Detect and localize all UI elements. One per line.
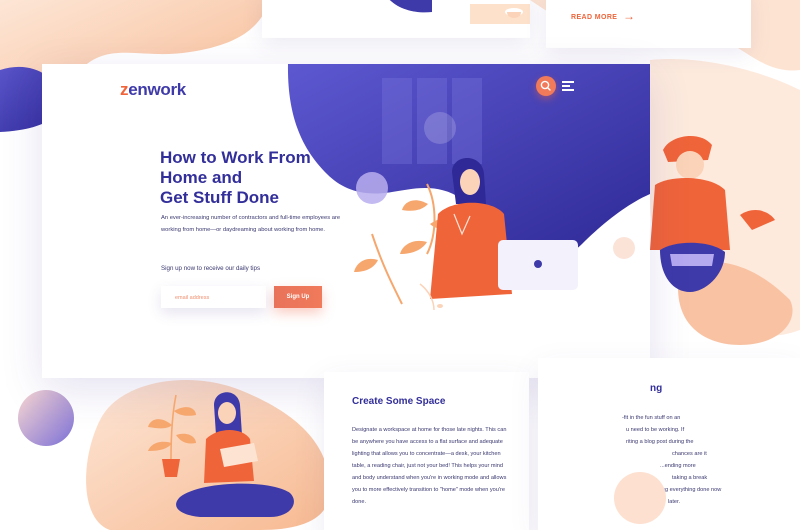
page-title: How to Work From Home and Get Stuff Done	[160, 148, 390, 208]
reading-woman-illustration	[148, 392, 294, 517]
peach-blob	[614, 472, 666, 524]
article-line: u need to be working. If	[626, 427, 685, 433]
hero-card: zenwork How to Work From Home and Get St…	[42, 64, 650, 378]
article-line: chances are it	[672, 451, 707, 457]
peek-card-right: READ MORE →	[546, 0, 751, 48]
email-field-wrapper	[161, 286, 266, 309]
signup-prompt: Sign up now to receive our daily tips	[161, 265, 261, 272]
email-field[interactable]	[161, 287, 266, 309]
logo-wordmark: enwork	[128, 80, 186, 99]
arrow-right-icon[interactable]: →	[623, 9, 635, 23]
peek-illustration	[389, 0, 530, 24]
article-line: taking a break	[672, 475, 708, 481]
article-card-partial: ng -fit in the fun stuff on an u need to…	[538, 358, 800, 530]
peek-card-left	[262, 0, 530, 38]
intro-text: An ever-increasing number of contractors…	[161, 215, 341, 233]
title-line-2: Home and	[160, 168, 243, 187]
article-body: Designate a workspace at home for those …	[352, 427, 507, 505]
article-line: -fit in the fun stuff on an	[622, 415, 681, 421]
scene: READ MORE → zenwork How to Work From Hom…	[0, 0, 800, 530]
article-title-partial: ng	[650, 383, 663, 394]
title-line-3: Get Stuff Done	[160, 188, 279, 207]
article-line: riting a blog post during the	[626, 439, 694, 445]
title-line-1: How to Work From	[160, 148, 311, 167]
read-more-link[interactable]: READ MORE	[571, 14, 617, 21]
article-line: later.	[668, 499, 681, 505]
search-icon	[540, 80, 551, 91]
search-button[interactable]	[536, 76, 556, 96]
article-title: Create Some Space	[352, 396, 446, 407]
logo-mark: z	[120, 80, 129, 99]
logo[interactable]: zenwork	[120, 80, 186, 100]
article-card: Create Some Space Designate a workspace …	[324, 372, 529, 530]
hamburger-menu-icon[interactable]	[562, 81, 574, 91]
hero-illustration	[287, 64, 650, 311]
signup-button[interactable]: Sign Up	[274, 286, 322, 308]
